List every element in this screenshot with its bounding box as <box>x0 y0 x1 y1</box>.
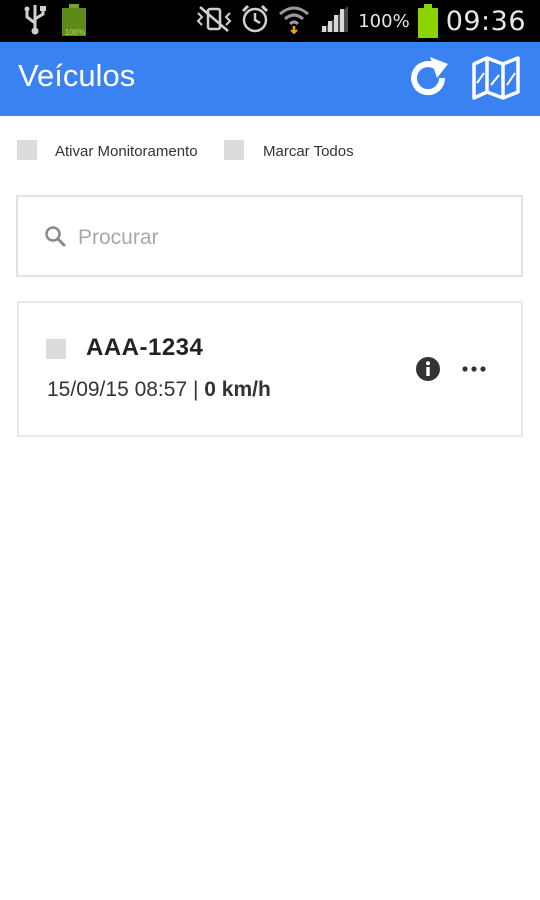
vehicle-plate: AAA-1234 <box>86 334 204 361</box>
battery-percent: 100% <box>358 10 410 32</box>
refresh-button[interactable] <box>402 54 454 106</box>
vehicle-speed: 0 km/h <box>204 378 271 401</box>
refresh-icon <box>404 54 452 107</box>
options-row: Ativar Monitoramento Marcar Todos <box>0 140 540 166</box>
search-input[interactable] <box>76 217 500 259</box>
mute-vibrate-icon <box>196 5 232 38</box>
vehicle-meta: 15/09/15 08:57 | 0 km/h <box>47 378 271 402</box>
signal-icon <box>318 4 350 39</box>
battery-icon <box>417 4 438 38</box>
page-title: Veículos <box>18 58 136 93</box>
monitor-checkbox[interactable] <box>17 140 37 160</box>
usb-icon <box>24 3 46 40</box>
search-box <box>16 195 523 277</box>
monitor-label: Ativar Monitoramento <box>55 143 198 160</box>
alarm-icon <box>240 4 270 39</box>
vehicle-separator: | <box>187 378 205 401</box>
info-icon[interactable] <box>415 356 441 382</box>
select-all-checkbox[interactable] <box>224 140 244 160</box>
wifi-icon <box>278 4 310 39</box>
status-bar-left: 100% <box>24 4 86 38</box>
vehicle-checkbox[interactable] <box>46 339 66 359</box>
vehicle-datetime: 15/09/15 08:57 <box>47 378 188 401</box>
status-bar: 100% 100% 09:36 <box>0 0 540 42</box>
more-options-icon[interactable] <box>461 359 487 379</box>
app-bar: Veículos <box>0 42 540 116</box>
search-icon <box>44 225 66 247</box>
battery-mini-icon: 100% <box>62 4 86 38</box>
battery-mini-label: 100% <box>64 28 86 37</box>
vehicle-card[interactable]: AAA-1234 15/09/15 08:57 | 0 km/h <box>17 301 523 437</box>
map-button[interactable] <box>470 54 522 106</box>
select-all-label: Marcar Todos <box>263 143 354 160</box>
clock-time: 09:36 <box>445 5 526 37</box>
status-bar-right: 100% 09:36 <box>196 0 526 42</box>
map-icon <box>471 55 521 106</box>
